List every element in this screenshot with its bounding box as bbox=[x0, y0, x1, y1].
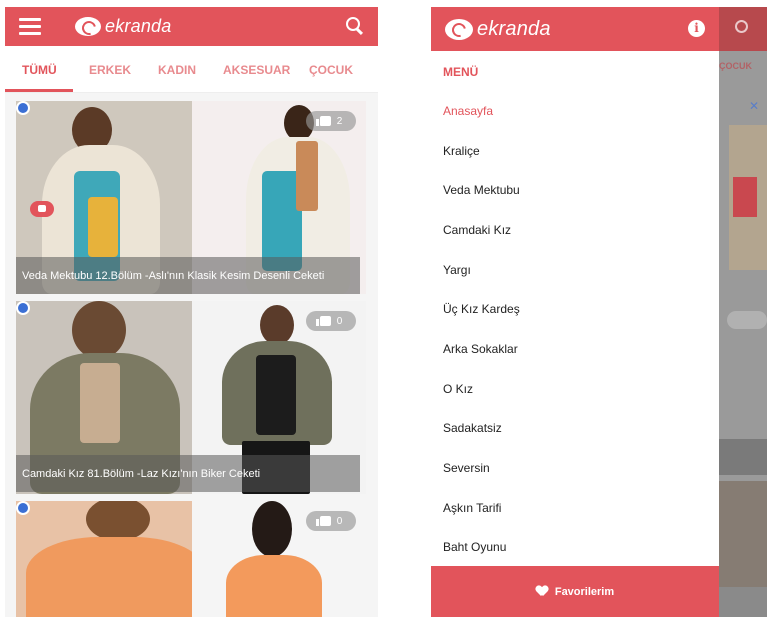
like-button[interactable]: 0 bbox=[306, 511, 356, 531]
screen: ekranda TÜMÜ ERKEK KADIN AKSESUAR ÇOCUK bbox=[0, 0, 767, 617]
menu-item-camdaki-kiz[interactable]: Camdaki Kız bbox=[443, 223, 511, 237]
feed-card[interactable]: 0 bbox=[16, 501, 366, 617]
tab-erkek[interactable]: ERKEK bbox=[89, 63, 131, 77]
dimmed-bottom bbox=[719, 587, 767, 617]
menu-item-arka-sokaklar[interactable]: Arka Sokaklar bbox=[443, 342, 518, 356]
category-tabs: TÜMÜ ERKEK KADIN AKSESUAR ÇOCUK bbox=[5, 46, 378, 93]
logo-mark-icon bbox=[75, 17, 101, 36]
thumbs-up-icon bbox=[315, 516, 331, 526]
logo-text: ekranda bbox=[105, 16, 172, 36]
hamburger-icon[interactable] bbox=[19, 18, 41, 35]
close-icon: ✕ bbox=[749, 99, 760, 113]
thumbs-up-icon bbox=[315, 316, 331, 326]
drawer-screen: ÇOCUK ✕ ekranda i MENÜ Anasayfa Kraliçe … bbox=[431, 7, 767, 617]
tab-kadin[interactable]: KADIN bbox=[158, 63, 196, 77]
product-feed[interactable]: 2 Veda Mektubu 12.Bölüm -Aslı'nın Klasik… bbox=[5, 93, 378, 617]
info-icon[interactable]: i bbox=[688, 20, 705, 37]
dimmed-caption bbox=[719, 439, 767, 475]
favorites-button[interactable]: Favorilerim bbox=[431, 566, 719, 617]
card-caption: Veda Mektubu 12.Bölüm -Aslı'nın Klasik K… bbox=[16, 257, 360, 294]
card-caption: Camdaki Kız 81.Bölüm -Laz Kızı'nın Biker… bbox=[16, 455, 360, 492]
tab-aksesuar[interactable]: AKSESUAR bbox=[223, 63, 290, 77]
like-count: 0 bbox=[336, 315, 343, 327]
source-badge bbox=[16, 501, 30, 515]
dimmed-background-content[interactable]: ÇOCUK ✕ bbox=[719, 7, 767, 617]
menu-item-veda-mektubu[interactable]: Veda Mektubu bbox=[443, 183, 520, 197]
navigation-drawer: ekranda i MENÜ Anasayfa Kraliçe Veda Mek… bbox=[431, 7, 719, 617]
dimmed-tab-label: ÇOCUK bbox=[719, 61, 752, 71]
like-count: 0 bbox=[336, 515, 343, 527]
feed-card[interactable]: 0 Camdaki Kız 81.Bölüm -Laz Kızı'nın Bik… bbox=[16, 301, 366, 494]
tag-icon[interactable] bbox=[30, 201, 54, 217]
like-count: 2 bbox=[336, 115, 343, 127]
source-badge bbox=[16, 101, 30, 115]
dimmed-app-bar bbox=[719, 7, 767, 51]
app-bar: ekranda bbox=[5, 7, 378, 46]
scene-image bbox=[16, 501, 206, 617]
menu-item-anasayfa[interactable]: Anasayfa bbox=[443, 104, 493, 118]
favorites-label: Favorilerim bbox=[554, 585, 615, 598]
menu-item-seversin[interactable]: Seversin bbox=[443, 461, 490, 475]
tab-tumu[interactable]: TÜMÜ bbox=[22, 63, 57, 77]
menu-item-baht-oyunu[interactable]: Baht Oyunu bbox=[443, 540, 506, 554]
menu-item-kralice[interactable]: Kraliçe bbox=[443, 144, 480, 158]
search-icon[interactable] bbox=[346, 17, 364, 35]
app-logo[interactable]: ekranda bbox=[75, 16, 171, 37]
feed-screen: ekranda TÜMÜ ERKEK KADIN AKSESUAR ÇOCUK bbox=[5, 7, 378, 617]
dimmed-like-pill bbox=[727, 311, 767, 329]
dimmed-card-image bbox=[719, 481, 767, 591]
active-tab-indicator bbox=[5, 89, 73, 92]
like-button[interactable]: 2 bbox=[306, 111, 356, 131]
menu-item-yargi[interactable]: Yargı bbox=[443, 263, 471, 277]
menu-item-sadakatsiz[interactable]: Sadakatsiz bbox=[443, 421, 502, 435]
search-icon bbox=[735, 20, 749, 34]
source-badge bbox=[16, 301, 30, 315]
drawer-header: ekranda i bbox=[431, 7, 719, 51]
like-button[interactable]: 0 bbox=[306, 311, 356, 331]
feed-card[interactable]: 2 Veda Mektubu 12.Bölüm -Aslı'nın Klasik… bbox=[16, 101, 366, 294]
tab-cocuk[interactable]: ÇOCUK bbox=[309, 63, 353, 77]
menu-item-o-kiz[interactable]: O Kız bbox=[443, 382, 473, 396]
logo-mark-icon bbox=[445, 19, 473, 40]
dimmed-ad-graphic bbox=[733, 177, 757, 217]
menu-heading: MENÜ bbox=[443, 65, 479, 79]
heart-icon bbox=[536, 586, 548, 597]
thumbs-up-icon bbox=[315, 116, 331, 126]
menu-item-uc-kiz-kardes[interactable]: Üç Kız Kardeş bbox=[443, 302, 520, 316]
menu-item-askin-tarifi[interactable]: Aşkın Tarifi bbox=[443, 501, 501, 515]
logo-text: ekranda bbox=[477, 18, 551, 40]
app-logo[interactable]: ekranda bbox=[445, 18, 551, 41]
